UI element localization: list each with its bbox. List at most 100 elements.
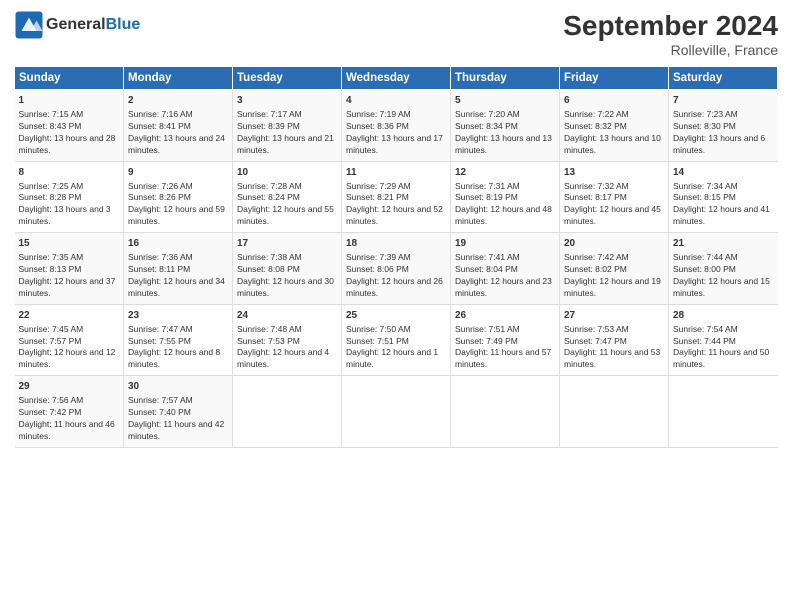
calendar-cell-3-5: 27Sunrise: 7:53 AMSunset: 7:47 PMDayligh…	[560, 304, 669, 376]
sunrise-text: Sunrise: 7:45 AM	[19, 324, 84, 334]
sunset-text: Sunset: 8:21 PM	[346, 192, 409, 202]
sunrise-text: Sunrise: 7:50 AM	[346, 324, 411, 334]
daylight-text: Daylight: 12 hours and 23 minutes.	[455, 276, 552, 298]
sunrise-text: Sunrise: 7:42 AM	[564, 252, 629, 262]
calendar-table: SundayMondayTuesdayWednesdayThursdayFrid…	[14, 66, 778, 448]
daylight-text: Daylight: 13 hours and 3 minutes.	[19, 204, 111, 226]
sunset-text: Sunset: 8:00 PM	[673, 264, 736, 274]
day-number: 27	[564, 309, 664, 323]
daylight-text: Daylight: 12 hours and 19 minutes.	[564, 276, 661, 298]
sunrise-text: Sunrise: 7:32 AM	[564, 181, 629, 191]
daylight-text: Daylight: 13 hours and 10 minutes.	[564, 133, 661, 155]
calendar-cell-1-5: 13Sunrise: 7:32 AMSunset: 8:17 PMDayligh…	[560, 161, 669, 233]
calendar-cell-1-3: 11Sunrise: 7:29 AMSunset: 8:21 PMDayligh…	[342, 161, 451, 233]
sunset-text: Sunset: 8:28 PM	[19, 192, 82, 202]
calendar-cell-0-1: 2Sunrise: 7:16 AMSunset: 8:41 PMDaylight…	[124, 90, 233, 162]
daylight-text: Daylight: 11 hours and 57 minutes.	[455, 347, 551, 369]
logo: GeneralBlue	[14, 10, 140, 40]
calendar-cell-1-6: 14Sunrise: 7:34 AMSunset: 8:15 PMDayligh…	[669, 161, 778, 233]
daylight-text: Daylight: 11 hours and 46 minutes.	[19, 419, 115, 441]
sunset-text: Sunset: 7:49 PM	[455, 336, 518, 346]
sunset-text: Sunset: 8:11 PM	[128, 264, 190, 274]
day-number: 6	[564, 94, 664, 108]
sunrise-text: Sunrise: 7:51 AM	[455, 324, 520, 334]
sunrise-text: Sunrise: 7:20 AM	[455, 109, 520, 119]
sunrise-text: Sunrise: 7:44 AM	[673, 252, 738, 262]
sunrise-text: Sunrise: 7:29 AM	[346, 181, 411, 191]
daylight-text: Daylight: 11 hours and 50 minutes.	[673, 347, 769, 369]
sunset-text: Sunset: 7:55 PM	[128, 336, 191, 346]
sunset-text: Sunset: 7:47 PM	[564, 336, 627, 346]
sunrise-text: Sunrise: 7:19 AM	[346, 109, 411, 119]
calendar-cell-4-4	[451, 376, 560, 448]
day-number: 26	[455, 309, 555, 323]
page: GeneralBlue September 2024 Rolleville, F…	[0, 0, 792, 612]
sunset-text: Sunset: 8:04 PM	[455, 264, 518, 274]
title-block: September 2024 Rolleville, France	[563, 10, 778, 58]
day-number: 17	[237, 237, 337, 251]
calendar-cell-2-1: 16Sunrise: 7:36 AMSunset: 8:11 PMDayligh…	[124, 233, 233, 305]
day-number: 12	[455, 166, 555, 180]
sunset-text: Sunset: 8:32 PM	[564, 121, 627, 131]
sunset-text: Sunset: 8:24 PM	[237, 192, 300, 202]
daylight-text: Daylight: 11 hours and 42 minutes.	[128, 419, 224, 441]
calendar-cell-0-3: 4Sunrise: 7:19 AMSunset: 8:36 PMDaylight…	[342, 90, 451, 162]
calendar-cell-2-3: 18Sunrise: 7:39 AMSunset: 8:06 PMDayligh…	[342, 233, 451, 305]
day-number: 22	[19, 309, 120, 323]
day-number: 25	[346, 309, 446, 323]
sunrise-text: Sunrise: 7:41 AM	[455, 252, 520, 262]
calendar-row-1: 8Sunrise: 7:25 AMSunset: 8:28 PMDaylight…	[15, 161, 778, 233]
day-number: 13	[564, 166, 664, 180]
sunrise-text: Sunrise: 7:57 AM	[128, 395, 193, 405]
daylight-text: Daylight: 12 hours and 34 minutes.	[128, 276, 225, 298]
sunrise-text: Sunrise: 7:16 AM	[128, 109, 193, 119]
day-number: 10	[237, 166, 337, 180]
calendar-cell-0-4: 5Sunrise: 7:20 AMSunset: 8:34 PMDaylight…	[451, 90, 560, 162]
day-number: 30	[128, 380, 228, 394]
sunrise-text: Sunrise: 7:48 AM	[237, 324, 302, 334]
daylight-text: Daylight: 12 hours and 26 minutes.	[346, 276, 443, 298]
calendar-cell-4-6	[669, 376, 778, 448]
calendar-cell-3-6: 28Sunrise: 7:54 AMSunset: 7:44 PMDayligh…	[669, 304, 778, 376]
sunrise-text: Sunrise: 7:53 AM	[564, 324, 629, 334]
daylight-text: Daylight: 12 hours and 41 minutes.	[673, 204, 770, 226]
calendar-cell-4-5	[560, 376, 669, 448]
calendar-title: September 2024	[563, 10, 778, 42]
sunset-text: Sunset: 8:15 PM	[673, 192, 736, 202]
daylight-text: Daylight: 13 hours and 6 minutes.	[673, 133, 765, 155]
sunset-text: Sunset: 8:41 PM	[128, 121, 191, 131]
calendar-cell-2-5: 20Sunrise: 7:42 AMSunset: 8:02 PMDayligh…	[560, 233, 669, 305]
daylight-text: Daylight: 12 hours and 37 minutes.	[19, 276, 116, 298]
sunrise-text: Sunrise: 7:36 AM	[128, 252, 193, 262]
sunrise-text: Sunrise: 7:54 AM	[673, 324, 738, 334]
sunrise-text: Sunrise: 7:38 AM	[237, 252, 302, 262]
daylight-text: Daylight: 12 hours and 1 minute.	[346, 347, 438, 369]
daylight-text: Daylight: 12 hours and 8 minutes.	[128, 347, 220, 369]
calendar-cell-0-5: 6Sunrise: 7:22 AMSunset: 8:32 PMDaylight…	[560, 90, 669, 162]
daylight-text: Daylight: 13 hours and 17 minutes.	[346, 133, 443, 155]
sunrise-text: Sunrise: 7:25 AM	[19, 181, 84, 191]
daylight-text: Daylight: 12 hours and 12 minutes.	[19, 347, 116, 369]
day-number: 7	[673, 94, 774, 108]
calendar-row-4: 29Sunrise: 7:56 AMSunset: 7:42 PMDayligh…	[15, 376, 778, 448]
calendar-cell-0-2: 3Sunrise: 7:17 AMSunset: 8:39 PMDaylight…	[233, 90, 342, 162]
day-number: 19	[455, 237, 555, 251]
calendar-row-2: 15Sunrise: 7:35 AMSunset: 8:13 PMDayligh…	[15, 233, 778, 305]
calendar-row-0: 1Sunrise: 7:15 AMSunset: 8:43 PMDaylight…	[15, 90, 778, 162]
sunset-text: Sunset: 8:26 PM	[128, 192, 191, 202]
calendar-subtitle: Rolleville, France	[563, 42, 778, 58]
sunset-text: Sunset: 8:02 PM	[564, 264, 627, 274]
sunrise-text: Sunrise: 7:34 AM	[673, 181, 738, 191]
sunrise-text: Sunrise: 7:28 AM	[237, 181, 302, 191]
sunset-text: Sunset: 7:40 PM	[128, 407, 191, 417]
sunset-text: Sunset: 8:13 PM	[19, 264, 82, 274]
daylight-text: Daylight: 12 hours and 4 minutes.	[237, 347, 329, 369]
day-number: 18	[346, 237, 446, 251]
day-number: 1	[19, 94, 120, 108]
calendar-cell-1-1: 9Sunrise: 7:26 AMSunset: 8:26 PMDaylight…	[124, 161, 233, 233]
day-number: 2	[128, 94, 228, 108]
logo-general: General	[46, 16, 106, 33]
sunrise-text: Sunrise: 7:17 AM	[237, 109, 302, 119]
day-number: 28	[673, 309, 774, 323]
daylight-text: Daylight: 12 hours and 30 minutes.	[237, 276, 334, 298]
